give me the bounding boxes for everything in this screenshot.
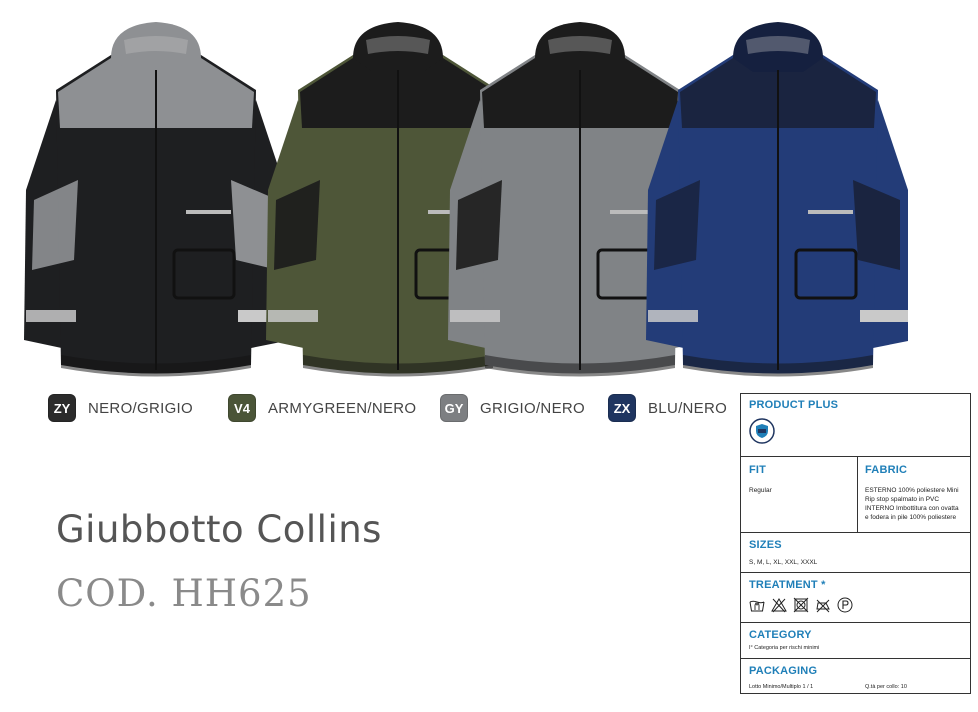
- shield-badge-icon: [749, 418, 775, 444]
- wash-hand-icon: [749, 600, 765, 612]
- color-badge: ZY: [48, 394, 76, 422]
- color-option-gy[interactable]: GY GRIGIO/NERO: [440, 394, 585, 422]
- color-label: NERO/GRIGIO: [88, 399, 193, 417]
- jacket-nero-grigio: [24, 22, 291, 377]
- color-option-zx[interactable]: ZX BLU/NERO: [608, 394, 727, 422]
- product-images: [8, 10, 913, 390]
- jacket-illustrations: [24, 22, 913, 377]
- dry-clean-p-icon: [837, 597, 853, 613]
- color-label: GRIGIO/NERO: [480, 399, 585, 417]
- color-swatches: ZY NERO/GRIGIO V4 ARMYGREEN/NERO GY GRIG…: [0, 394, 740, 428]
- section-title: SIZES: [749, 539, 782, 551]
- spec-sizes: SIZES S, M, L, XL, XXL, XXXL: [741, 532, 970, 572]
- spec-category: CATEGORY I° Categoria per rischi minimi: [741, 622, 970, 658]
- fabric-value: ESTERNO 100% poliestere Mini Rip stop sp…: [865, 486, 969, 522]
- section-title: CATEGORY: [749, 629, 812, 641]
- product-code: COD. HH625: [56, 572, 312, 615]
- spec-sheet: PRODUCT PLUS FIT Regular FABRIC ESTERNO …: [740, 393, 971, 694]
- color-option-v4[interactable]: V4 ARMYGREEN/NERO: [228, 394, 416, 422]
- section-title: FIT: [749, 464, 767, 476]
- color-label: BLU/NERO: [648, 399, 728, 417]
- category-value: I° Categoria per rischi minimi: [749, 645, 820, 651]
- no-iron-icon: [816, 599, 830, 613]
- no-tumble-dry-icon: [793, 597, 809, 613]
- fabric-line: e fodera in pile 100% poliestere: [865, 514, 957, 521]
- color-option-zy[interactable]: ZY NERO/GRIGIO: [48, 394, 193, 422]
- spec-product-plus: PRODUCT PLUS: [741, 394, 970, 448]
- no-bleach-icon: [771, 598, 787, 613]
- spec-fit-fabric: FIT Regular FABRIC ESTERNO 100% polieste…: [741, 456, 970, 532]
- packaging-lot: Lotto Minimo/Multiplo 1 / 1: [749, 684, 814, 690]
- spec-treatment: TREATMENT *: [741, 572, 970, 622]
- fabric-line: Rip stop spalmato in PVC: [865, 496, 940, 503]
- section-title: PACKAGING: [749, 665, 818, 677]
- care-icons: [749, 593, 879, 619]
- section-title: TREATMENT *: [749, 579, 826, 591]
- color-badge: GY: [440, 394, 468, 422]
- color-label: ARMYGREEN/NERO: [268, 399, 417, 417]
- product-name: Giubbotto Collins: [56, 508, 382, 551]
- fit-value: Regular: [749, 487, 772, 494]
- section-title: PRODUCT PLUS: [749, 399, 839, 411]
- section-title: FABRIC: [865, 464, 908, 476]
- packaging-qty: Q.tà per collo: 10: [865, 684, 907, 690]
- sizes-value: S, M, L, XL, XXL, XXXL: [749, 559, 818, 566]
- jacket-blu-nero: [646, 22, 913, 377]
- color-badge: ZX: [608, 394, 636, 422]
- spec-packaging: PACKAGING Lotto Minimo/Multiplo 1 / 1 Q.…: [741, 658, 970, 694]
- fabric-line: ESTERNO 100% poliestere Mini: [865, 487, 959, 494]
- color-badge: V4: [228, 394, 256, 422]
- fabric-line: INTERNO Imbottitura con ovatta: [865, 505, 959, 512]
